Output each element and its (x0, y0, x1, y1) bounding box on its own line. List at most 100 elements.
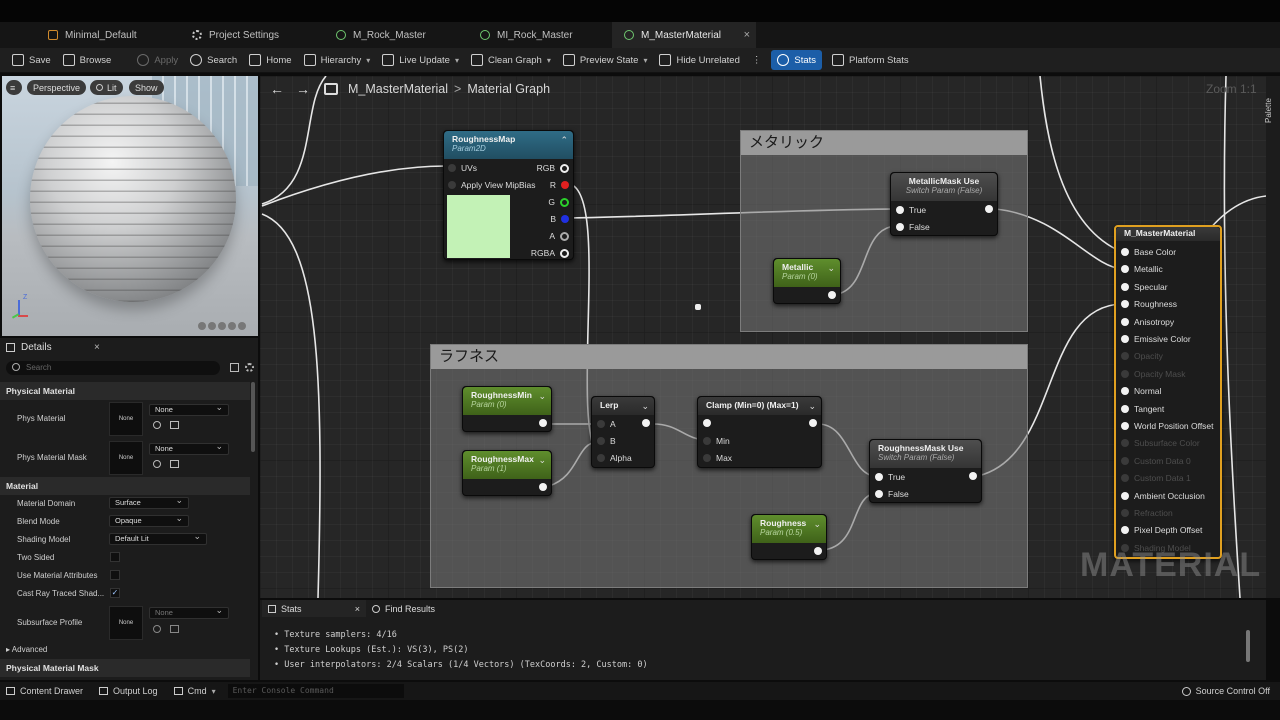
folder-icon[interactable] (170, 460, 179, 468)
pin-max[interactable]: Max (703, 453, 732, 463)
chevron-down-icon[interactable]: ⌄ (538, 391, 546, 402)
master-pin[interactable]: Tangent (1121, 404, 1164, 414)
forward-arrow-icon[interactable]: → (296, 81, 310, 97)
find-results-tab[interactable]: Find Results (372, 600, 435, 617)
more-options-button[interactable]: ⋮ (746, 50, 768, 70)
phys-material-combo[interactable]: None (149, 402, 229, 416)
master-pin[interactable]: Base Color (1121, 247, 1176, 257)
chevron-down-icon[interactable]: ⌄ (813, 519, 821, 530)
pin-true[interactable]: True (896, 205, 926, 215)
details-scrollbar[interactable] (251, 382, 255, 452)
material-domain-combo[interactable]: Surface (109, 495, 189, 509)
node-roughnessmin-param[interactable]: RoughnessMin Param (0) ⌄ (462, 386, 552, 432)
master-pin[interactable]: Emissive Color (1121, 334, 1191, 344)
preview-viewport[interactable]: ≡ Perspective Lit Show Z (2, 76, 258, 336)
pin-b[interactable]: B (550, 214, 569, 224)
shading-model-combo[interactable]: Default Lit (109, 531, 207, 545)
chevron-down-icon[interactable]: ⌄ (641, 401, 649, 412)
back-arrow-icon[interactable]: ← (270, 81, 284, 97)
folder-icon[interactable] (170, 625, 179, 633)
pin-dot[interactable] (1121, 491, 1129, 500)
master-pin[interactable]: Pixel Depth Offset (1121, 525, 1202, 535)
node-roughnessmask-use[interactable]: RoughnessMask Use Switch Param (False) Tr… (869, 439, 982, 503)
chevron-down-icon[interactable]: ⌄ (808, 401, 816, 412)
node-roughness-param[interactable]: Roughness Param (0.5) ⌄ (751, 514, 827, 560)
master-pin[interactable]: Custom Data 1 (1121, 473, 1191, 483)
cast-ray-traced-shadows-checkbox[interactable]: ✓ (110, 588, 120, 598)
breadcrumb-graph[interactable]: Material Graph (467, 82, 550, 96)
tab-project-settings[interactable]: Project Settings (180, 22, 324, 48)
browse-asset-icon[interactable] (153, 460, 161, 468)
clean-graph-button[interactable]: Clean Graph ▾ (465, 50, 557, 70)
material-graph-canvas[interactable]: ← → M_MasterMaterial > Material Graph Zo… (260, 76, 1266, 598)
preview-shape-buttons[interactable] (198, 322, 246, 330)
subsurface-profile-thumbnail[interactable]: None (109, 606, 143, 640)
source-control-button[interactable]: Source Control Off (1176, 681, 1276, 701)
hide-unrelated-button[interactable]: Hide Unrelated (653, 50, 745, 70)
section-physical-material[interactable]: Physical Material (0, 382, 250, 400)
node-roughness-map[interactable]: RoughnessMap Param2D ⌃ UVs Apply View Mip… (443, 130, 574, 260)
stats-scrollbar[interactable] (1246, 630, 1250, 662)
pin-dot[interactable] (1121, 335, 1129, 343)
pin-rgb[interactable]: RGB (537, 163, 569, 173)
save-button[interactable]: Save (6, 50, 57, 70)
pin-output[interactable] (814, 547, 822, 555)
master-pin[interactable]: Subsurface Color (1121, 438, 1200, 448)
pin-apply-view-mipbias[interactable]: Apply View MipBias (448, 180, 536, 190)
browse-button[interactable]: Browse (57, 50, 118, 70)
close-icon[interactable]: × (744, 29, 750, 41)
pin-output[interactable] (539, 483, 547, 491)
comment-title[interactable]: メタリック (741, 131, 1027, 155)
node-metallicmask-use[interactable]: MetallicMask Use Switch Param (False) Tru… (890, 172, 998, 236)
viewport-menu-button[interactable]: ≡ (6, 80, 22, 95)
folder-icon[interactable] (170, 421, 179, 429)
gear-icon[interactable] (245, 363, 254, 372)
pin-false[interactable]: False (896, 222, 930, 232)
mesh-shape-icon[interactable] (238, 322, 246, 330)
node-lerp[interactable]: Lerp ⌄ A B Alpha (591, 396, 655, 468)
pin-dot[interactable] (1121, 526, 1129, 535)
palette-tab[interactable]: Palette (1264, 76, 1280, 598)
pin-output[interactable] (985, 205, 993, 213)
pin-a[interactable]: A (549, 231, 569, 241)
cylinder-shape-icon[interactable] (218, 322, 226, 330)
pin-input[interactable] (703, 419, 711, 427)
stats-button[interactable]: Stats (771, 50, 823, 70)
pin-min[interactable]: Min (703, 436, 730, 446)
pin-dot[interactable] (1121, 422, 1129, 430)
master-pin[interactable]: Normal (1121, 386, 1161, 396)
pin-a[interactable]: A (597, 419, 616, 429)
perspective-button[interactable]: Perspective (27, 80, 87, 95)
master-pin[interactable]: Specular (1121, 282, 1168, 292)
master-pin[interactable]: Anisotropy (1121, 317, 1174, 327)
blend-mode-combo[interactable]: Opaque (109, 513, 189, 527)
pin-dot[interactable] (1121, 456, 1129, 465)
two-sided-checkbox[interactable] (110, 552, 120, 562)
pin-dot[interactable] (1121, 509, 1129, 517)
master-pin[interactable]: Custom Data 0 (1121, 456, 1191, 466)
master-pin[interactable]: Metallic (1121, 264, 1163, 274)
pin-dot[interactable] (1121, 474, 1129, 483)
pin-dot[interactable] (1121, 369, 1129, 378)
output-log-button[interactable]: Output Log (93, 681, 164, 701)
search-button[interactable]: Search (184, 50, 243, 70)
collapse-icon[interactable]: ⌃ (560, 135, 568, 146)
section-material[interactable]: Material (0, 477, 250, 495)
tab-m-rock-master[interactable]: M_Rock_Master (324, 22, 468, 48)
pin-output[interactable] (539, 419, 547, 427)
pin-output[interactable] (642, 419, 650, 427)
grid-view-icon[interactable] (230, 363, 239, 372)
chevron-down-icon[interactable]: ⌄ (538, 455, 546, 466)
pin-dot[interactable] (1121, 317, 1129, 326)
content-drawer-button[interactable]: Content Drawer (0, 681, 89, 701)
chevron-down-icon[interactable]: ⌄ (827, 263, 835, 274)
comment-title[interactable]: ラフネス (431, 345, 1027, 369)
details-search-input[interactable]: Search (6, 361, 220, 375)
pin-dot[interactable] (1121, 248, 1129, 256)
apply-button[interactable]: Apply (131, 50, 184, 70)
pin-output[interactable] (809, 419, 817, 427)
show-button[interactable]: Show (129, 80, 164, 95)
pin-dot[interactable] (1121, 352, 1129, 361)
master-pin[interactable]: Ambient Occlusion (1121, 491, 1205, 501)
close-icon[interactable]: × (355, 604, 360, 614)
